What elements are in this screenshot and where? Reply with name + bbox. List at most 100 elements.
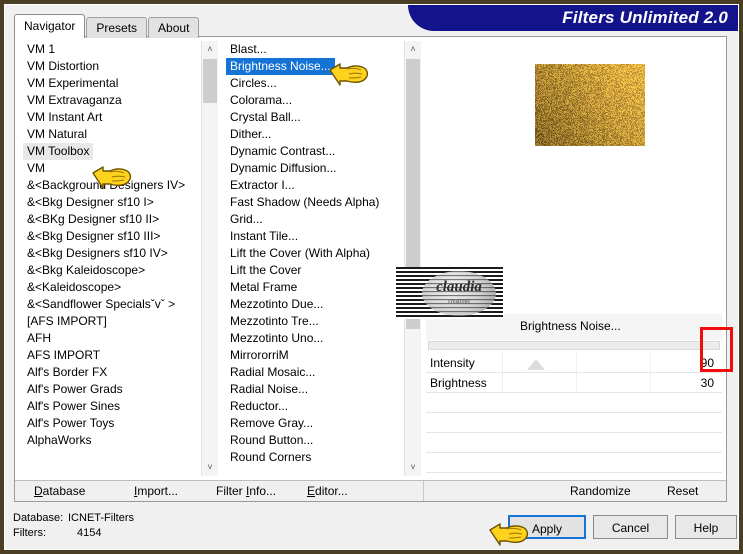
list-item[interactable]: Dither... <box>223 126 405 143</box>
list-item[interactable]: VM 1 <box>20 41 202 58</box>
randomize-button[interactable]: Randomize <box>570 484 631 498</box>
list-item[interactable]: Mezzotinto Due... <box>223 296 405 313</box>
filters-status-label: Filters: <box>13 527 46 539</box>
list-item[interactable]: Reductor... <box>223 398 405 415</box>
list-item[interactable]: AFH <box>20 330 202 347</box>
list-item[interactable]: Radial Noise... <box>223 381 405 398</box>
watermark-sublabel: creations <box>448 299 470 305</box>
list-item[interactable]: Round Button... <box>223 432 405 449</box>
list-item[interactable]: Colorama... <box>223 92 405 109</box>
parameter-row-empty <box>426 393 722 413</box>
list-item[interactable]: Alf's Power Toys <box>20 415 202 432</box>
parameter-tick <box>650 353 651 373</box>
list-item[interactable]: Metal Frame <box>223 279 405 296</box>
effect-list-items[interactable]: Blast... Brightness Noise... Circles... Col… <box>223 41 405 476</box>
reset-button[interactable]: Reset <box>667 484 698 498</box>
category-list-items[interactable]: VM 1 VM Distortion VM Experimental VM Extra… <box>20 41 202 476</box>
list-item[interactable]: [AFS IMPORT] <box>20 313 202 330</box>
list-item[interactable]: Brightness Noise... <box>223 58 405 75</box>
scroll-up-icon[interactable]: ˄ <box>202 41 218 58</box>
parameter-list[interactable]: Intensity 90 Brightness 30 <box>426 353 722 476</box>
list-item[interactable]: Round Corners <box>223 449 405 466</box>
effect-preview-image[interactable] <box>535 64 645 146</box>
filters-status-value: 4154 <box>77 527 102 539</box>
parameter-tick <box>502 373 503 393</box>
parameter-row-empty <box>426 413 722 433</box>
list-item[interactable]: Dynamic Diffusion... <box>223 160 405 177</box>
parameter-row-empty <box>426 453 722 473</box>
list-item[interactable]: Radial Mosaic... <box>223 364 405 381</box>
filters-unlimited-window: Filters Unlimited 2.0 Navigator Presets … <box>0 0 743 554</box>
tab-about[interactable]: About <box>148 17 200 38</box>
list-item[interactable]: AlphaWorks <box>20 432 202 449</box>
toolbar-separator <box>423 481 424 501</box>
list-item[interactable]: Alf's Border FX <box>20 364 202 381</box>
list-item[interactable]: VM Natural <box>20 126 202 143</box>
list-item[interactable]: Alf's Power Grads <box>20 381 202 398</box>
list-item[interactable]: Mezzotinto Uno... <box>223 330 405 347</box>
watermark-overlay: claudia creations <box>396 267 503 319</box>
list-item[interactable]: &<Kaleidoscope> <box>20 279 202 296</box>
list-item[interactable]: Remove Gray... <box>223 415 405 432</box>
app-title: Filters Unlimited 2.0 <box>562 8 728 27</box>
list-item[interactable]: Crystal Ball... <box>223 109 405 126</box>
list-item[interactable]: Lift the Cover (With Alpha) <box>223 245 405 262</box>
list-item[interactable]: VM Toolbox <box>20 143 202 160</box>
parameter-tick <box>650 373 651 393</box>
parameter-tick <box>502 353 503 373</box>
value-highlight-box <box>700 327 733 372</box>
parameter-row[interactable]: Intensity 90 <box>426 353 722 373</box>
database-button[interactable]: Database <box>34 484 85 498</box>
filter-info-button[interactable]: Filter Info... <box>216 484 276 498</box>
scrollbar-thumb[interactable] <box>203 59 217 103</box>
list-item[interactable]: Grid... <box>223 211 405 228</box>
list-item[interactable]: AFS IMPORT <box>20 347 202 364</box>
list-item[interactable]: VM Distortion <box>20 58 202 75</box>
category-listbox[interactable]: VM 1 VM Distortion VM Experimental VM Extra… <box>20 41 218 476</box>
list-item[interactable]: Instant Tile... <box>223 228 405 245</box>
category-list-scrollbar[interactable]: ˄ ˅ <box>201 41 218 476</box>
effect-list-scrollbar[interactable]: ˄ ˅ <box>404 41 421 476</box>
effect-listbox[interactable]: Blast... Brightness Noise... Circles... Col… <box>223 41 421 476</box>
parameter-row[interactable]: Brightness 30 <box>426 373 722 393</box>
tab-navigator[interactable]: Navigator <box>14 14 86 38</box>
parameter-tick <box>576 353 577 373</box>
list-item[interactable]: Alf's Power Sines <box>20 398 202 415</box>
list-item[interactable]: Dynamic Contrast... <box>223 143 405 160</box>
list-item[interactable]: Mezzotinto Tre... <box>223 313 405 330</box>
list-item[interactable]: MirrororriM <box>223 347 405 364</box>
editor-button[interactable]: Editor... <box>307 484 348 498</box>
pointing-hand-icon-category <box>90 160 134 190</box>
list-item[interactable]: VM Experimental <box>20 75 202 92</box>
scroll-down-icon[interactable]: ˅ <box>202 459 218 476</box>
list-item[interactable]: Circles... <box>223 75 405 92</box>
scroll-down-icon[interactable]: ˅ <box>405 459 421 476</box>
list-item-label-selected: VM Toolbox <box>23 143 94 160</box>
import-button-label-rest: mport... <box>137 484 179 498</box>
database-status-label: Database: <box>13 512 64 524</box>
list-item[interactable]: &<Bkg Kaleidoscope> <box>20 262 202 279</box>
cancel-button[interactable]: Cancel <box>593 515 668 539</box>
filter-info-button-label-rest: nfo... <box>249 484 277 498</box>
list-item[interactable]: VM Extravaganza <box>20 92 202 109</box>
list-item[interactable]: Fast Shadow (Needs Alpha) <box>223 194 405 211</box>
list-item[interactable]: &<BKg Designer sf10 II> <box>20 211 202 228</box>
import-button[interactable]: Import... <box>134 484 178 498</box>
preview-horizontal-scrollbar[interactable] <box>428 341 720 350</box>
list-item[interactable]: Lift the Cover <box>223 262 405 279</box>
list-item[interactable]: &<Bkg Designers sf10 IV> <box>20 245 202 262</box>
list-item[interactable]: Blast... <box>223 41 405 58</box>
help-button[interactable]: Help <box>675 515 737 539</box>
parameter-tick <box>576 373 577 393</box>
preview-pane: Brightness Noise... Intensity 90 Brightnes… <box>426 41 722 476</box>
scroll-up-icon[interactable]: ˄ <box>405 41 421 58</box>
tab-presets[interactable]: Presets <box>86 17 148 38</box>
client-area: VM 1 VM Distortion VM Experimental VM Extra… <box>14 36 727 502</box>
pointing-hand-icon-effect <box>327 57 371 87</box>
list-item[interactable]: VM Instant Art <box>20 109 202 126</box>
parameter-value[interactable]: 30 <box>674 376 714 390</box>
list-item[interactable]: &<Sandflower Specialsˇvˇ > <box>20 296 202 313</box>
list-item[interactable]: Extractor I... <box>223 177 405 194</box>
list-item[interactable]: &<Bkg Designer sf10 III> <box>20 228 202 245</box>
list-item[interactable]: &<Bkg Designer sf10 I> <box>20 194 202 211</box>
